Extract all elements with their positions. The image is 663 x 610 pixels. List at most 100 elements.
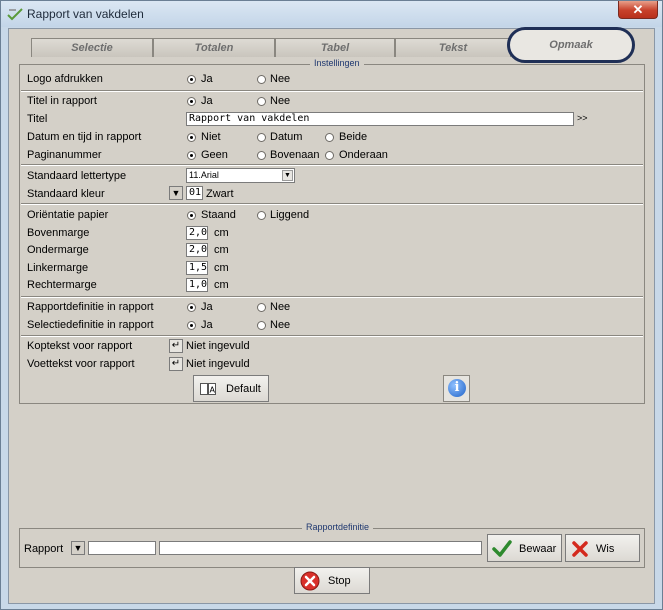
header-value: Niet ingevuld xyxy=(186,340,250,352)
page-number-geen-radio[interactable] xyxy=(187,151,196,160)
info-button[interactable]: i xyxy=(443,375,470,402)
margin-bottom-unit: cm xyxy=(214,244,229,256)
color-code-field[interactable]: 01 xyxy=(186,186,203,200)
report-def-nee-radio[interactable] xyxy=(257,303,266,312)
save-button-label: Bewaar xyxy=(519,543,557,555)
report-dropdown-icon[interactable]: ▼ xyxy=(71,541,85,555)
tab-tabel[interactable]: Tabel xyxy=(275,38,395,57)
datetime-beide-radio[interactable] xyxy=(325,133,334,142)
page-number-bovenaan-radio[interactable] xyxy=(257,151,266,160)
separator xyxy=(21,90,643,92)
tab-tekst[interactable]: Tekst xyxy=(395,38,511,57)
page-number-onderaan-radio[interactable] xyxy=(325,151,334,160)
report-def-ja-radio[interactable] xyxy=(187,303,196,312)
font-default-icon: A xyxy=(200,383,216,395)
checkmark-icon xyxy=(492,540,512,557)
report-def-label: Rapportdefinitie in rapport xyxy=(27,301,154,313)
color-name: Zwart xyxy=(206,188,234,200)
close-button[interactable]: ✕ xyxy=(618,1,658,19)
app-window: Rapport van vakdelen ✕ Selectie Totalen … xyxy=(0,0,663,610)
report-name-input[interactable] xyxy=(159,541,482,555)
page-number-bovenaan-label: Bovenaan xyxy=(270,149,320,161)
margin-top-unit: cm xyxy=(214,227,229,239)
logo-nee-label: Nee xyxy=(270,73,291,85)
title-in-report-label: Titel in rapport xyxy=(27,95,97,107)
report-def-ja-label: Ja xyxy=(201,301,213,313)
page-number-onderaan-label: Onderaan xyxy=(339,149,388,161)
tab-selectie[interactable]: Selectie xyxy=(31,38,153,57)
datetime-datum-radio[interactable] xyxy=(257,133,266,142)
color-label: Standaard kleur xyxy=(27,188,105,200)
datetime-niet-label: Niet xyxy=(201,131,221,143)
datetime-beide-label: Beide xyxy=(339,131,368,143)
orientation-liggend-radio[interactable] xyxy=(257,211,266,220)
margin-left-input[interactable]: 1,5 xyxy=(186,261,208,275)
clear-button-label: Wis xyxy=(596,543,615,555)
margin-right-input[interactable]: 1,0 xyxy=(186,278,208,292)
title-in-report-nee-radio[interactable] xyxy=(257,97,266,106)
report-definition-legend: Rapportdefinitie xyxy=(302,522,374,532)
margin-bottom-label: Ondermarge xyxy=(27,244,89,256)
save-button[interactable]: Bewaar xyxy=(487,534,562,562)
datetime-datum-label: Datum xyxy=(270,131,303,143)
margin-bottom-input[interactable]: 2,0 xyxy=(186,243,208,257)
margin-top-label: Bovenmarge xyxy=(27,227,90,239)
separator xyxy=(21,296,643,298)
selection-def-nee-radio[interactable] xyxy=(257,321,266,330)
font-select-value: 11.Arial xyxy=(189,170,219,180)
logo-nee-radio[interactable] xyxy=(257,75,266,84)
logo-ja-label: Ja xyxy=(201,73,213,85)
header-edit-icon[interactable]: ↵ xyxy=(169,339,183,353)
stop-button[interactable]: Stop xyxy=(294,567,370,594)
chevron-down-icon[interactable]: ▼ xyxy=(282,170,293,181)
page-number-geen-label: Geen xyxy=(201,149,228,161)
title-input[interactable]: Rapport van vakdelen xyxy=(186,112,574,126)
orientation-staand-radio[interactable] xyxy=(187,211,196,220)
title-more-button[interactable]: >> xyxy=(577,113,588,123)
stop-icon xyxy=(300,571,320,591)
title-in-report-ja-radio[interactable] xyxy=(187,97,196,106)
margin-right-unit: cm xyxy=(214,279,229,291)
footer-label: Voettekst voor rapport xyxy=(27,358,135,370)
footer-edit-icon[interactable]: ↵ xyxy=(169,357,183,371)
orientation-liggend-label: Liggend xyxy=(270,209,310,221)
font-select[interactable]: 11.Arial ▼ xyxy=(186,168,295,183)
selection-def-ja-radio[interactable] xyxy=(187,321,196,330)
logo-ja-radio[interactable] xyxy=(187,75,196,84)
separator xyxy=(21,335,643,337)
orientation-label: Oriëntatie papier xyxy=(27,209,109,221)
orientation-staand-label: Staand xyxy=(201,209,236,221)
red-x-icon xyxy=(572,541,588,557)
separator xyxy=(21,203,643,205)
tab-opmaak[interactable]: Opmaak xyxy=(507,27,635,63)
logo-label: Logo afdrukken xyxy=(27,73,103,85)
selection-def-ja-label: Ja xyxy=(201,319,213,331)
margin-left-label: Linkermarge xyxy=(27,262,89,274)
margin-top-input[interactable]: 2,0 xyxy=(186,226,208,240)
clear-button[interactable]: Wis xyxy=(565,534,640,562)
header-label: Koptekst voor rapport xyxy=(27,340,133,352)
window-title: Rapport van vakdelen xyxy=(27,7,144,21)
info-icon: i xyxy=(448,379,466,397)
font-label: Standaard lettertype xyxy=(27,170,127,182)
selection-def-nee-label: Nee xyxy=(270,319,291,331)
tab-totalen[interactable]: Totalen xyxy=(153,38,275,57)
selection-def-label: Selectiedefinitie in rapport xyxy=(27,319,154,331)
margin-left-unit: cm xyxy=(214,262,229,274)
title-in-report-nee-label: Nee xyxy=(270,95,291,107)
stop-button-label: Stop xyxy=(328,575,351,587)
color-dropdown-icon[interactable]: ▼ xyxy=(169,186,183,200)
margin-right-label: Rechtermarge xyxy=(27,279,97,291)
default-button-label: Default xyxy=(226,383,261,395)
footer-value: Niet ingevuld xyxy=(186,358,250,370)
datetime-label: Datum en tijd in rapport xyxy=(27,131,142,143)
title-in-report-ja-label: Ja xyxy=(201,95,213,107)
default-button[interactable]: A Default xyxy=(193,375,269,402)
settings-legend: Instellingen xyxy=(310,58,364,68)
svg-text:A: A xyxy=(210,386,216,395)
report-def-nee-label: Nee xyxy=(270,301,291,313)
datetime-niet-radio[interactable] xyxy=(187,133,196,142)
separator xyxy=(21,164,643,166)
report-code-input[interactable] xyxy=(88,541,156,555)
app-icon xyxy=(7,8,23,21)
